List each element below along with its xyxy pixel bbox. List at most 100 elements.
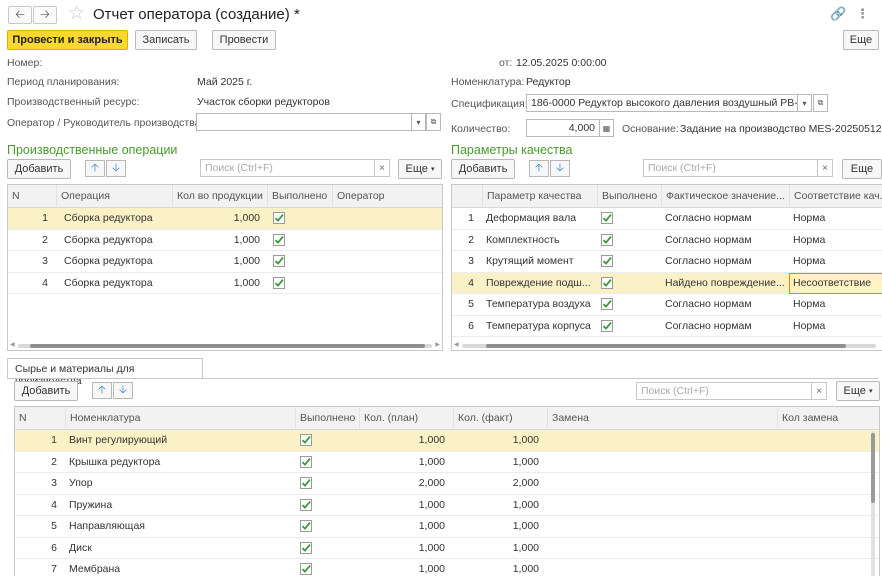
table-row[interactable]: 4 Пружина 1,000 1,000	[15, 495, 879, 516]
table-row[interactable]: 1 Деформация вала Согласно нормам Норма	[452, 208, 882, 230]
operations-add-button[interactable]: Добавить	[7, 159, 71, 179]
nomenclature-cell[interactable]: Упор	[65, 473, 295, 494]
plan-cell[interactable]: 2,000	[359, 473, 449, 494]
column-plan[interactable]: Кол. (план)	[359, 407, 453, 430]
operations-search-input[interactable]: Поиск (Ctrl+F)	[200, 159, 375, 177]
param-cell[interactable]: Деформация вала	[482, 208, 597, 229]
quality-move-up-button[interactable]: 🡡	[529, 160, 549, 177]
more-button[interactable]: Еще	[843, 30, 879, 50]
operation-cell[interactable]: Сборка редуктора	[60, 230, 172, 251]
done-checkbox-icon[interactable]	[273, 212, 285, 224]
qty-field[interactable]: 4,000	[526, 119, 600, 137]
done-checkbox-icon[interactable]	[601, 255, 613, 267]
link-icon[interactable]: 🔗	[830, 6, 846, 22]
actual-cell[interactable]: Согласно нормам	[661, 294, 789, 315]
fact-cell[interactable]: 1,000	[453, 559, 543, 576]
operation-cell[interactable]: Сборка редуктора	[60, 273, 172, 294]
quality-add-button[interactable]: Добавить	[451, 159, 515, 179]
nomenclature-cell[interactable]: Мембрана	[65, 559, 295, 576]
done-checkbox-icon[interactable]	[273, 233, 285, 246]
conformity-cell[interactable]: Норма	[789, 208, 882, 229]
actual-cell[interactable]: Согласно нормам	[661, 251, 789, 272]
operations-hscrollbar[interactable]: ◀ ▶	[8, 341, 442, 349]
param-cell[interactable]: Повреждение подш...	[482, 273, 597, 294]
operator-cell[interactable]	[332, 208, 442, 229]
operator-cell[interactable]	[332, 273, 442, 294]
period-value[interactable]: Май 2025 г.	[197, 76, 252, 88]
qty-cell[interactable]: 1,000	[172, 230, 264, 251]
done-checkbox-icon[interactable]	[601, 233, 613, 246]
plan-cell[interactable]: 1,000	[359, 452, 449, 473]
table-row[interactable]: 2 Сборка редуктора 1,000	[8, 230, 442, 251]
table-row[interactable]: 3 Сборка редуктора 1,000	[8, 251, 442, 273]
star-icon[interactable]: ☆	[68, 4, 85, 24]
actual-cell[interactable]: Согласно нормам	[661, 208, 789, 229]
plan-cell[interactable]: 1,000	[359, 559, 449, 576]
fact-cell[interactable]: 1,000	[453, 430, 543, 451]
nomenclature-value[interactable]: Редуктор	[526, 76, 571, 88]
done-checkbox-icon[interactable]	[300, 455, 312, 468]
basis-value[interactable]: Задание на производство MES-20250512-	[680, 123, 882, 135]
column-actual[interactable]: Фактическое значение...	[661, 185, 789, 208]
actual-cell[interactable]: Согласно нормам	[661, 316, 789, 337]
column-conformity[interactable]: Соответствие кач...	[789, 185, 882, 208]
table-row[interactable]: 2 Крышка редуктора 1,000 1,000	[15, 452, 879, 473]
done-checkbox-icon[interactable]	[601, 276, 613, 289]
done-checkbox-icon[interactable]	[601, 212, 613, 224]
date-value[interactable]: 12.05.2025 0:00:00	[516, 57, 607, 69]
table-row[interactable]: 5 Температура воздуха Согласно нормам Норма	[452, 294, 882, 316]
actual-cell[interactable]: Согласно нормам	[661, 230, 789, 251]
plan-cell[interactable]: 1,000	[359, 495, 449, 516]
conformity-cell[interactable]: Норма	[789, 294, 882, 315]
operations-move-up-button[interactable]: 🡡	[85, 160, 105, 177]
column-qty[interactable]: Кол во продукции	[172, 185, 267, 208]
materials-move-down-button[interactable]: 🡣	[113, 382, 133, 399]
column-operator[interactable]: Оператор	[332, 185, 442, 208]
table-row[interactable]: 6 Температура корпуса Согласно нормам Норма	[452, 316, 882, 337]
qty-cell[interactable]: 1,000	[172, 273, 264, 294]
materials-search-clear[interactable]: ×	[811, 382, 827, 400]
fact-cell[interactable]: 1,000	[453, 452, 543, 473]
table-row[interactable]: 1 Сборка редуктора 1,000	[8, 208, 442, 230]
done-checkbox-icon[interactable]	[300, 541, 312, 554]
operator-dropdown[interactable]: ▾	[411, 113, 426, 131]
table-row[interactable]: 7 Мембрана 1,000 1,000	[15, 559, 879, 576]
nomenclature-cell[interactable]: Пружина	[65, 495, 295, 516]
fact-cell[interactable]: 1,000	[453, 516, 543, 537]
conformity-cell[interactable]: Несоответствие	[789, 272, 882, 294]
plan-cell[interactable]: 1,000	[359, 516, 449, 537]
done-checkbox-icon[interactable]	[601, 319, 613, 332]
column-replacement-qty[interactable]: Кол замена	[777, 407, 871, 430]
fact-cell[interactable]: 1,000	[453, 495, 543, 516]
spec-field[interactable]: 186-0000 Редуктор высокого давления возд…	[526, 94, 798, 112]
operator-cell[interactable]	[332, 251, 442, 272]
conformity-cell[interactable]: Норма	[789, 230, 882, 251]
materials-search-input[interactable]: Поиск (Ctrl+F)	[636, 382, 812, 400]
kebab-menu-icon[interactable]: ⋮	[856, 6, 869, 22]
column-operation[interactable]: Операция	[56, 185, 172, 208]
materials-move-up-button[interactable]: 🡡	[92, 382, 112, 399]
post-button[interactable]: Провести	[212, 30, 276, 50]
operations-more-button[interactable]: Еще ▾	[398, 159, 442, 179]
materials-vscrollbar[interactable]	[869, 431, 877, 576]
qty-cell[interactable]: 1,000	[172, 251, 264, 272]
nomenclature-cell[interactable]: Диск	[65, 538, 295, 559]
table-row[interactable]: 6 Диск 1,000 1,000	[15, 538, 879, 559]
qty-cell[interactable]: 1,000	[172, 208, 264, 229]
param-cell[interactable]: Комплектность	[482, 230, 597, 251]
done-checkbox-icon[interactable]	[300, 498, 312, 511]
quality-more-button[interactable]: Еще	[842, 159, 882, 179]
column-done[interactable]: Выполнено	[295, 407, 359, 430]
resource-value[interactable]: Участок сборки редукторов	[197, 96, 330, 108]
param-cell[interactable]: Температура корпуса	[482, 316, 597, 337]
plan-cell[interactable]: 1,000	[359, 538, 449, 559]
column-replacement[interactable]: Замена	[547, 407, 777, 430]
table-row[interactable]: 2 Комплектность Согласно нормам Норма	[452, 230, 882, 251]
conformity-cell[interactable]: Норма	[789, 316, 882, 337]
operations-search-clear[interactable]: ×	[374, 159, 390, 177]
param-cell[interactable]: Крутящий момент	[482, 251, 597, 272]
table-row[interactable]: 4 Повреждение подш... Найдено повреждение.…	[452, 272, 882, 294]
done-checkbox-icon[interactable]	[300, 520, 312, 532]
operations-move-down-button[interactable]: 🡣	[106, 160, 126, 177]
post-and-close-button[interactable]: Провести и закрыть	[7, 30, 128, 50]
